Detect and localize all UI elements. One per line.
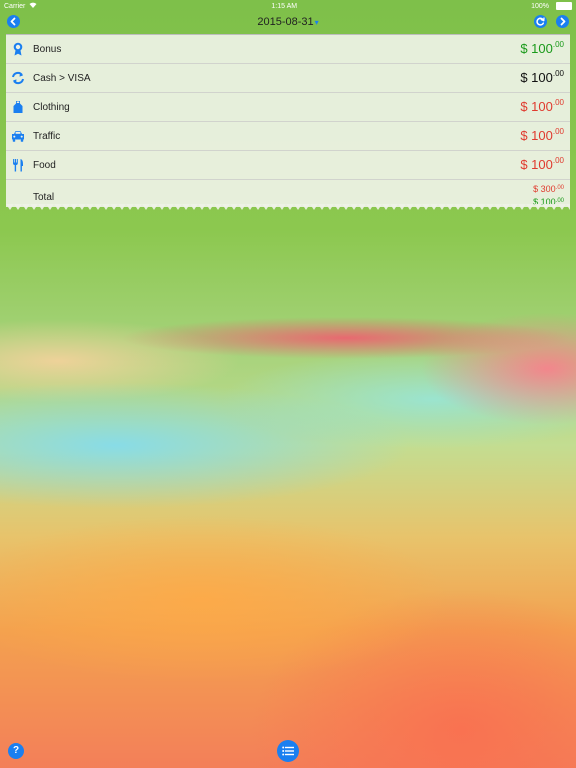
battery-icon [555, 2, 572, 10]
battery-percent: 100% [531, 2, 549, 10]
wifi-icon [29, 2, 37, 10]
date-picker[interactable]: 2015-08-31▾ [0, 16, 576, 28]
transaction-row[interactable]: Traffic $ 100.00 [6, 122, 570, 151]
refresh-button[interactable] [534, 15, 547, 28]
total-label: Total [33, 191, 55, 203]
status-bar: Carrier 1:15 AM 100% [0, 0, 576, 12]
refresh-icon [536, 17, 545, 26]
question-icon: ? [12, 745, 20, 756]
transaction-label: Traffic [33, 130, 61, 142]
chevron-right-icon [560, 17, 566, 26]
chevron-down-icon: ▾ [314, 18, 319, 27]
transaction-amount: $ 100.00 [520, 98, 564, 114]
car-icon [11, 129, 25, 143]
carrier-label: Carrier [4, 2, 26, 10]
transaction-row[interactable]: Cash > VISA $ 100.00 [6, 64, 570, 93]
award-icon [11, 42, 25, 56]
transaction-label: Food [33, 159, 56, 171]
transaction-row[interactable]: Food $ 100.00 [6, 151, 570, 180]
transaction-amount: $ 100.00 [520, 127, 564, 143]
transfer-icon [11, 71, 25, 85]
transaction-row[interactable]: Clothing $ 100.00 [6, 93, 570, 122]
transaction-label: Cash > VISA [33, 72, 91, 84]
transactions-panel: Bonus $ 100.00 Cash > VISA $ 100.00 Clot… [6, 34, 570, 207]
torn-edge [6, 204, 570, 210]
transaction-amount: $ 100.00 [520, 156, 564, 172]
transaction-label: Bonus [33, 43, 62, 55]
nav-bar: 2015-08-31▾ [0, 12, 576, 34]
next-day-button[interactable] [556, 15, 569, 28]
date-label: 2015-08-31 [257, 16, 314, 28]
transaction-amount: $ 100.00 [520, 69, 564, 85]
transaction-row[interactable]: Bonus $ 100.00 [6, 35, 570, 64]
clock: 1:15 AM [271, 2, 298, 10]
list-icon [282, 746, 294, 756]
help-button[interactable]: ? [8, 743, 24, 759]
clothing-icon [11, 100, 25, 114]
total-expense: $ 300.00 [533, 184, 564, 194]
list-view-button[interactable] [277, 740, 299, 762]
transaction-amount: $ 100.00 [520, 40, 564, 56]
fork-knife-icon [11, 158, 25, 172]
transaction-label: Clothing [33, 101, 70, 113]
